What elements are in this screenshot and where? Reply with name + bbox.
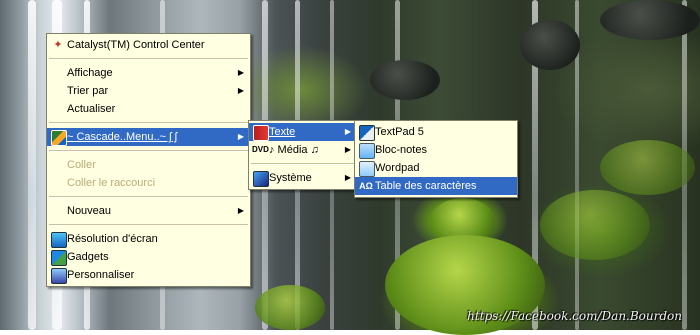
watermark: https://Facebook.com/Dan.Bourdon	[467, 309, 682, 323]
menu-item-personnaliser[interactable]: Personnaliser	[47, 266, 250, 284]
menu-item-nouveau[interactable]: Nouveau ▶	[47, 202, 250, 220]
rock	[370, 60, 440, 100]
notepad-icon	[359, 143, 375, 159]
submenu-item-media[interactable]: DVD ♪ Média ♫ ▶	[249, 141, 357, 159]
submenu-arrow-icon: ▶	[344, 173, 351, 182]
character-map-icon: AΩ	[359, 181, 373, 191]
menu-separator	[49, 196, 248, 198]
system-icon	[253, 171, 269, 187]
menu-item-trier-par[interactable]: Trier par ▶	[47, 82, 250, 100]
text-book-icon	[253, 125, 269, 141]
submenu-arrow-icon: ▶	[237, 206, 244, 215]
menu-separator	[251, 163, 355, 165]
menu-item-catalyst[interactable]: ✦ Catalyst(TM) Control Center	[47, 36, 250, 54]
menu-item-resolution-ecran[interactable]: Résolution d'écran	[47, 230, 250, 248]
desktop-context-menu: ✦ Catalyst(TM) Control Center Affichage …	[46, 33, 251, 287]
submenu-arrow-icon: ▶	[237, 132, 244, 141]
screen-resolution-icon	[51, 232, 67, 248]
menu-item-gadgets[interactable]: Gadgets	[47, 248, 250, 266]
rock	[520, 20, 580, 70]
gadgets-icon	[51, 250, 67, 266]
submenu-item-textpad[interactable]: TextPad 5	[355, 123, 517, 141]
submenu-item-table-caracteres[interactable]: AΩ Table des caractères	[355, 177, 517, 195]
menu-item-cascade-menu[interactable]: ~ Cascade..Menu..~ ʃ ʃ ▶	[47, 128, 250, 146]
submenu-item-systeme[interactable]: Système ▶	[249, 169, 357, 187]
moss-rock	[600, 140, 695, 195]
dvd-icon: DVD	[252, 145, 269, 154]
menu-item-coller-raccourci[interactable]: Coller le raccourci	[47, 174, 250, 192]
submenu-arrow-icon: ▶	[344, 145, 351, 154]
menu-item-coller[interactable]: Coller	[47, 156, 250, 174]
menu-separator	[49, 224, 248, 226]
submenu-item-texte[interactable]: Texte ▶	[249, 123, 357, 141]
menu-separator	[49, 58, 248, 60]
catalyst-icon: ✦	[53, 39, 63, 51]
menu-separator	[49, 150, 248, 152]
menu-item-affichage[interactable]: Affichage ▶	[47, 64, 250, 82]
textpad-icon	[359, 125, 375, 141]
rock	[600, 0, 700, 40]
cascade-submenu: Texte ▶ DVD ♪ Média ♫ ▶ Système ▶	[248, 120, 358, 190]
moss-rock	[255, 285, 325, 330]
submenu-arrow-icon: ▶	[237, 86, 244, 95]
menu-item-actualiser[interactable]: Actualiser	[47, 100, 250, 118]
texte-submenu: TextPad 5 Bloc-notes Wordpad AΩ Table de…	[354, 120, 518, 198]
cascade-menu-icon	[51, 130, 67, 146]
submenu-item-wordpad[interactable]: Wordpad	[355, 159, 517, 177]
moss-rock	[540, 190, 650, 260]
submenu-arrow-icon: ▶	[344, 127, 351, 136]
personalize-icon	[51, 268, 67, 284]
waterfall-streak	[28, 0, 36, 330]
wordpad-icon	[359, 161, 375, 177]
submenu-item-bloc-notes[interactable]: Bloc-notes	[355, 141, 517, 159]
submenu-arrow-icon: ▶	[237, 68, 244, 77]
menu-separator	[49, 122, 248, 124]
